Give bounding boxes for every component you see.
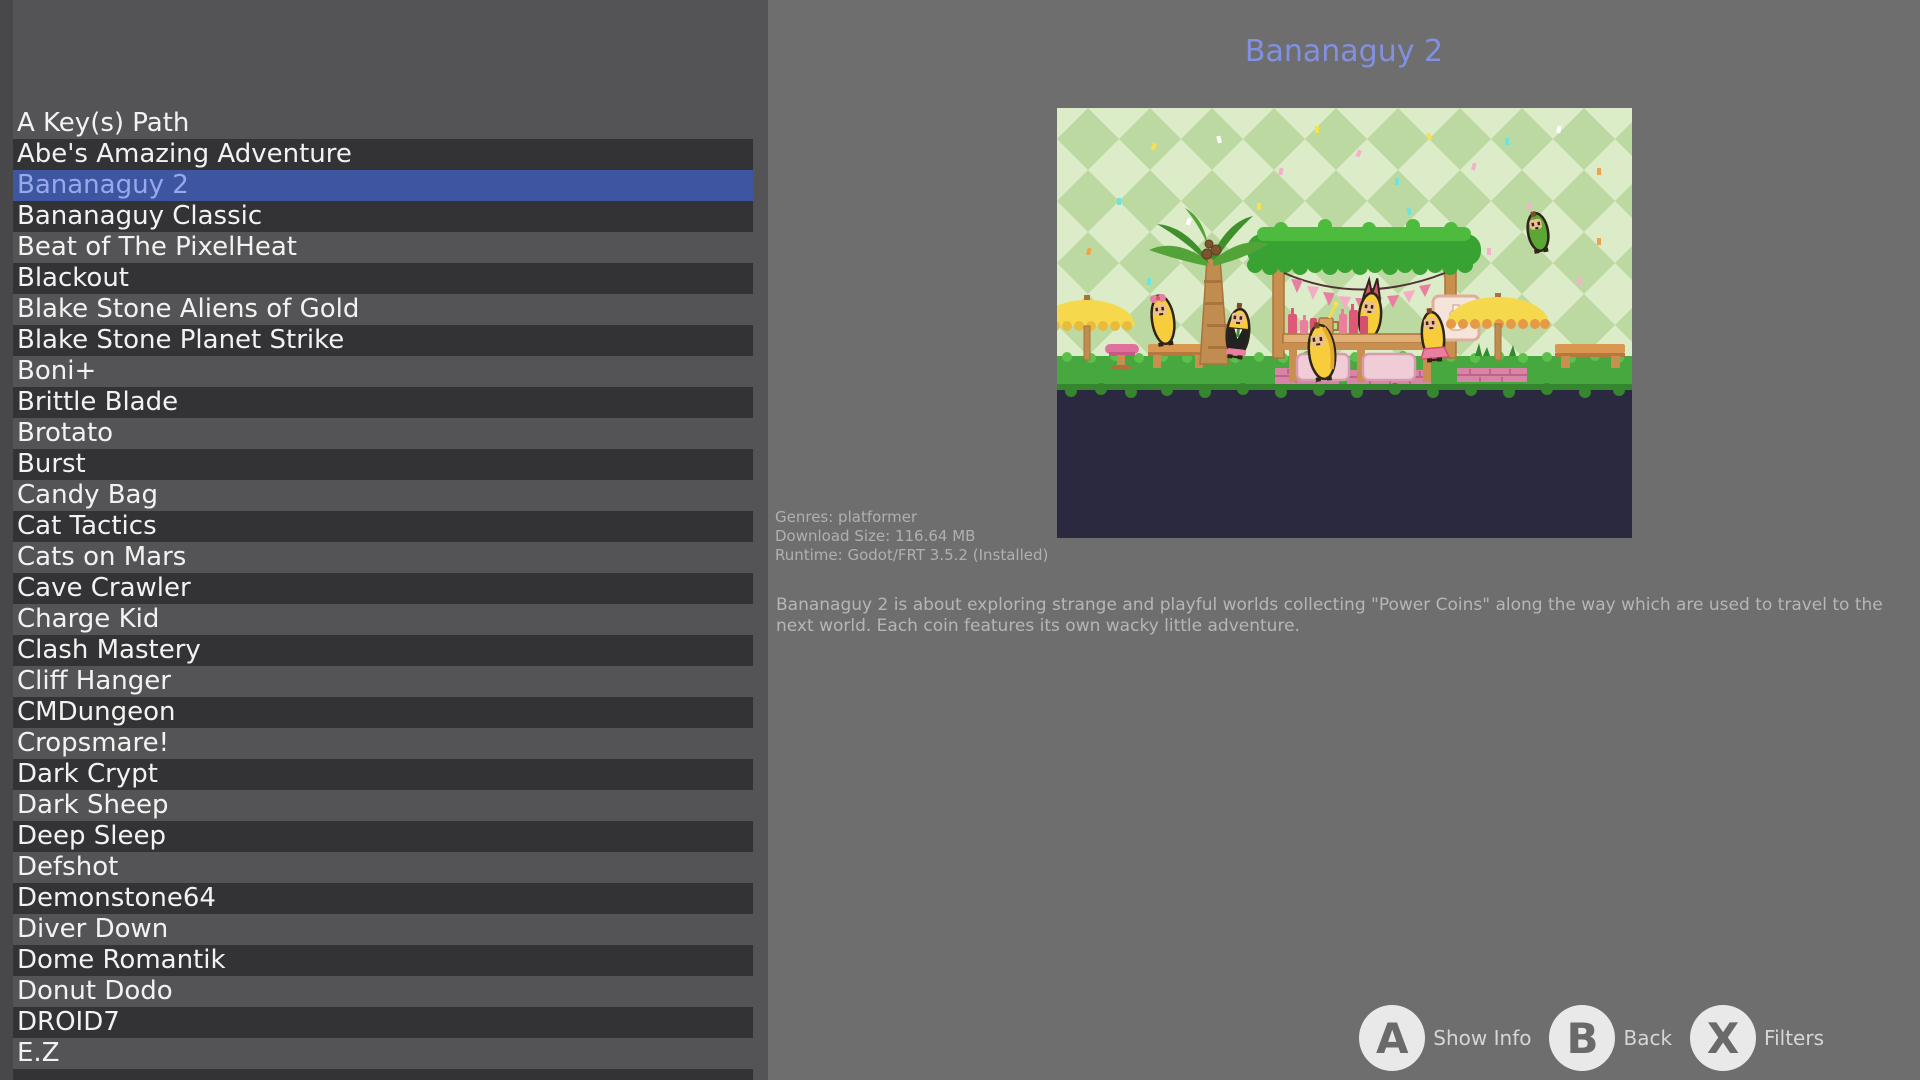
gamepad-b-button-icon: B — [1549, 1005, 1615, 1071]
control-filters[interactable]: X Filters — [1690, 1005, 1824, 1071]
list-item[interactable]: Cliff Hanger — [13, 666, 753, 697]
meta-download-size: Download Size: 116.64 MB — [775, 527, 1048, 546]
list-item[interactable]: Cats on Mars — [13, 542, 753, 573]
list-item[interactable]: Dark Sheep — [13, 790, 753, 821]
list-item[interactable]: Burst — [13, 449, 753, 480]
gamepad-a-button-icon: A — [1359, 1005, 1425, 1071]
game-title: Bananaguy 2 — [768, 34, 1920, 69]
list-item[interactable]: Blackout — [13, 263, 753, 294]
meta-runtime: Runtime: Godot/FRT 3.5.2 (Installed) — [775, 546, 1048, 565]
bar-counter — [1283, 334, 1435, 382]
list-item[interactable]: DROID7 — [13, 1007, 753, 1038]
list-item[interactable]: Cat Tactics — [13, 511, 753, 542]
list-item[interactable]: Brotato — [13, 418, 753, 449]
list-item[interactable]: CMDungeon — [13, 697, 753, 728]
list-item-selected[interactable]: Bananaguy 2 — [13, 170, 753, 201]
control-show-info[interactable]: A Show Info — [1359, 1005, 1531, 1071]
list-item[interactable]: Charge Kid — [13, 604, 753, 635]
list-item[interactable]: Blake Stone Aliens of Gold — [13, 294, 753, 325]
list-item[interactable]: Blake Stone Planet Strike — [13, 325, 753, 356]
list-item[interactable]: E.Z — [13, 1038, 753, 1069]
game-screenshot — [1057, 108, 1632, 538]
list-item[interactable]: Cropsmare! — [13, 728, 753, 759]
list-item[interactable]: Dark Crypt — [13, 759, 753, 790]
game-list-panel: A Key(s) Path Abe's Amazing Adventure Ba… — [0, 0, 768, 1080]
list-item[interactable]: Bananaguy Classic — [13, 201, 753, 232]
list-item[interactable]: Deep Sleep — [13, 821, 753, 852]
control-back[interactable]: B Back — [1549, 1005, 1672, 1071]
list-item-partial[interactable] — [13, 1069, 753, 1080]
gamepad-x-button-icon: X — [1690, 1005, 1756, 1071]
game-meta: Genres: platformer Download Size: 116.64… — [775, 508, 1048, 565]
list-item[interactable]: Dome Romantik — [13, 945, 753, 976]
game-description: Bananaguy 2 is about exploring strange a… — [776, 595, 1908, 637]
list-scrollbar-track[interactable] — [0, 0, 13, 1080]
list-item[interactable]: Beat of The PixelHeat — [13, 232, 753, 263]
list-item[interactable]: Clash Mastery — [13, 635, 753, 666]
game-list: A Key(s) Path Abe's Amazing Adventure Ba… — [13, 108, 753, 1080]
list-item[interactable]: Abe's Amazing Adventure — [13, 139, 753, 170]
controls-bar: A Show Info B Back X Filters — [1359, 1005, 1824, 1071]
list-item[interactable]: Donut Dodo — [13, 976, 753, 1007]
game-detail-panel: Bananaguy 2 — [768, 0, 1920, 1080]
meta-genres: Genres: platformer — [775, 508, 1048, 527]
list-item[interactable]: Cave Crawler — [13, 573, 753, 604]
list-item[interactable]: Demonstone64 — [13, 883, 753, 914]
list-item[interactable]: Defshot — [13, 852, 753, 883]
list-item[interactable]: Boni+ — [13, 356, 753, 387]
underground — [1057, 390, 1632, 538]
control-label: Filters — [1764, 1026, 1824, 1050]
list-item[interactable]: Diver Down — [13, 914, 753, 945]
list-item[interactable]: A Key(s) Path — [13, 108, 753, 139]
control-label: Back — [1623, 1026, 1672, 1050]
portmaster-screen: A Key(s) Path Abe's Amazing Adventure Ba… — [0, 0, 1920, 1080]
list-item[interactable]: Brittle Blade — [13, 387, 753, 418]
list-item[interactable]: Candy Bag — [13, 480, 753, 511]
control-label: Show Info — [1433, 1026, 1531, 1050]
